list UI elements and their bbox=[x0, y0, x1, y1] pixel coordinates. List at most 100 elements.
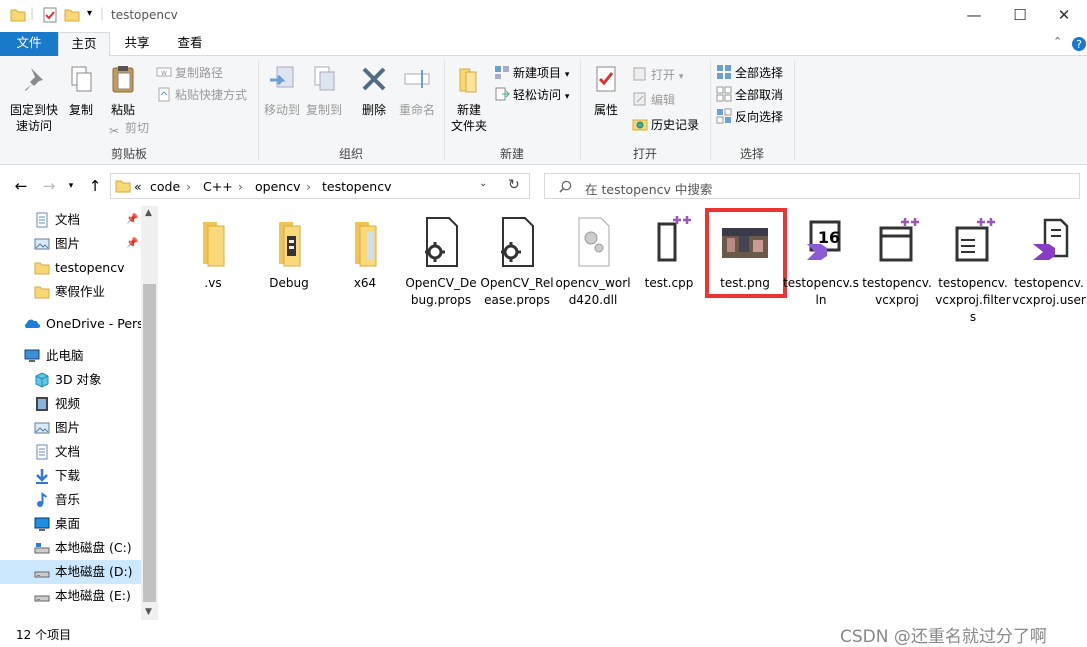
paste-button[interactable]: 粘贴 bbox=[103, 64, 143, 118]
customize-toolbar-icon[interactable]: ▾ bbox=[87, 8, 92, 19]
tab-file[interactable]: 文件 bbox=[0, 32, 58, 56]
new-folder-label: 新建 文件夹 bbox=[450, 103, 487, 133]
paste-shortcut-button[interactable]: 粘贴快捷方式 bbox=[156, 85, 247, 105]
copy-path-button[interactable]: W 复制路径 bbox=[156, 63, 223, 83]
file-item[interactable]: OpenCV_Debug.props bbox=[403, 214, 479, 309]
invert-selection-button[interactable]: 反向选择 bbox=[716, 107, 783, 127]
properties-check-icon[interactable] bbox=[42, 7, 58, 23]
svg-text:W: W bbox=[161, 70, 167, 77]
cpp-icon bbox=[657, 216, 691, 262]
nav-item-label: 此电脑 bbox=[46, 348, 84, 363]
delete-button[interactable]: 删除 bbox=[356, 64, 392, 118]
new-folder-button[interactable]: 新建 文件夹 bbox=[448, 64, 490, 134]
file-item[interactable]: test.png bbox=[707, 214, 783, 292]
easy-access-button[interactable]: 轻松访问 ▾ bbox=[494, 85, 569, 105]
nav-item-pictures-pinned[interactable]: 图片 📌 bbox=[0, 232, 141, 256]
tab-view[interactable]: 查看 bbox=[164, 32, 216, 56]
select-group-label: 选择 bbox=[739, 147, 764, 161]
drive-c-icon bbox=[34, 543, 50, 554]
nav-item-this-pc[interactable]: 此电脑 bbox=[0, 344, 141, 368]
folder-icon bbox=[34, 286, 50, 299]
open-group-label: 打开 bbox=[632, 147, 657, 161]
delete-icon bbox=[362, 67, 386, 91]
nav-item-3d-objects[interactable]: 3D 对象 bbox=[0, 368, 141, 392]
divider: | bbox=[100, 6, 105, 20]
nav-item-music[interactable]: 音乐 bbox=[0, 488, 141, 512]
open-label: 打开 bbox=[651, 68, 676, 82]
new-folder-icon[interactable] bbox=[64, 7, 80, 23]
file-item[interactable]: testopencv.vcxproj.filters bbox=[935, 214, 1011, 326]
nav-item-winter-homework[interactable]: 寒假作业 bbox=[0, 280, 141, 304]
nav-item-drive-e[interactable]: 本地磁盘 (E:) bbox=[0, 584, 141, 608]
collapse-ribbon-icon[interactable]: ⌃ bbox=[1053, 35, 1062, 48]
move-to-button[interactable]: 移动到 bbox=[262, 64, 302, 118]
file-list: .vs Debug x64 OpenCV_Debug.props OpenCV_… bbox=[158, 206, 1087, 620]
maximize-button[interactable]: ☐ bbox=[997, 0, 1043, 32]
back-button[interactable]: ← bbox=[11, 176, 31, 196]
up-button[interactable]: ↑ bbox=[85, 176, 105, 196]
copy-button[interactable]: 复制 bbox=[64, 64, 98, 118]
nav-item-videos[interactable]: 视频 bbox=[0, 392, 141, 416]
rename-button[interactable]: 重命名 bbox=[396, 64, 438, 118]
nav-item-onedrive[interactable]: OneDrive - Perso bbox=[0, 312, 141, 336]
ribbon: 固定到快 速访问 复制 粘贴 W 复制路径 粘贴快捷方式 ✂ 剪切 剪贴板 移动到 … bbox=[0, 56, 1087, 165]
select-all-icon bbox=[717, 65, 731, 79]
new-item-button[interactable]: 新建项目 ▾ bbox=[494, 63, 569, 83]
breadcrumb-opencv[interactable]: opencv bbox=[255, 179, 300, 194]
nav-item-pictures[interactable]: 图片 bbox=[0, 416, 141, 440]
pin-icon[interactable]: 📌 bbox=[126, 208, 138, 232]
file-item[interactable]: x64 bbox=[327, 214, 403, 292]
nav-scrollbar[interactable]: ▲ ▼ bbox=[141, 206, 158, 620]
search-input[interactable]: 在 testopencv 中搜索 bbox=[544, 173, 1080, 199]
tab-share[interactable]: 共享 bbox=[112, 32, 162, 56]
nav-item-documents[interactable]: 文档 bbox=[0, 440, 141, 464]
breadcrumb-testopencv[interactable]: testopencv bbox=[322, 179, 391, 194]
copy-to-button[interactable]: 复制到 bbox=[304, 64, 344, 118]
history-button[interactable]: 历史记录 bbox=[632, 115, 699, 135]
file-item[interactable]: testopencv.vcxproj bbox=[859, 214, 935, 309]
recent-locations-button[interactable]: ▾ bbox=[61, 176, 81, 196]
breadcrumb-overflow[interactable]: « bbox=[134, 179, 142, 194]
history-label: 历史记录 bbox=[651, 118, 700, 132]
file-item[interactable]: test.cpp bbox=[631, 214, 707, 292]
scroll-down-icon[interactable]: ▼ bbox=[145, 607, 152, 617]
select-none-button[interactable]: 全部取消 bbox=[716, 85, 783, 105]
desktop-icon bbox=[34, 517, 50, 531]
nav-item-drive-d[interactable]: 本地磁盘 (D:) bbox=[0, 560, 141, 584]
refresh-button[interactable]: ↻ bbox=[508, 177, 520, 193]
pin-icon[interactable]: 📌 bbox=[126, 232, 138, 256]
nav-item-testopencv[interactable]: testopencv bbox=[0, 256, 141, 280]
easy-access-icon bbox=[495, 87, 510, 101]
nav-scrollbar-thumb[interactable] bbox=[143, 284, 156, 602]
edit-icon bbox=[633, 92, 646, 106]
file-item[interactable]: .vs bbox=[175, 214, 251, 292]
properties-button[interactable]: 属性 bbox=[586, 64, 626, 118]
file-item[interactable]: OpenCV_Release.props bbox=[479, 214, 555, 309]
file-item[interactable]: Debug bbox=[251, 214, 327, 292]
help-icon[interactable]: ? bbox=[1071, 36, 1087, 52]
select-all-button[interactable]: 全部选择 bbox=[716, 63, 783, 83]
folder-icon bbox=[115, 180, 131, 193]
pin-quick-access-button[interactable]: 固定到快 速访问 bbox=[6, 64, 62, 134]
close-button[interactable]: ✕ bbox=[1041, 0, 1087, 32]
forward-button[interactable]: → bbox=[39, 176, 59, 196]
breadcrumb-code[interactable]: code bbox=[150, 179, 180, 194]
cut-button[interactable]: ✂ 剪切 bbox=[106, 118, 149, 138]
file-item[interactable]: testopencv.vcxproj.user bbox=[1011, 214, 1087, 309]
address-history-chevron-icon[interactable]: ⌄ bbox=[479, 178, 487, 189]
nav-item-downloads[interactable]: 下载 bbox=[0, 464, 141, 488]
nav-item-desktop[interactable]: 桌面 bbox=[0, 512, 141, 536]
file-item[interactable]: opencv_world420.dll bbox=[555, 214, 631, 309]
breadcrumb-cpp[interactable]: C++ bbox=[203, 179, 233, 194]
tab-home[interactable]: 主页 bbox=[58, 32, 110, 57]
nav-item-drive-c[interactable]: 本地磁盘 (C:) bbox=[0, 536, 141, 560]
nav-item-documents-pinned[interactable]: 文档 📌 bbox=[0, 208, 141, 232]
address-field[interactable]: « code › C++ › opencv › testopencv ⌄ bbox=[110, 173, 530, 199]
edit-button[interactable]: 编辑 bbox=[632, 90, 675, 110]
scroll-up-icon[interactable]: ▲ bbox=[145, 208, 152, 218]
file-name: OpenCV_Debug.props bbox=[405, 276, 477, 307]
open-button[interactable]: 打开 ▾ bbox=[632, 65, 683, 85]
file-item[interactable]: 16 testopencv.sln bbox=[783, 214, 859, 309]
minimize-button[interactable]: — bbox=[951, 0, 997, 32]
new-item-icon bbox=[495, 66, 509, 79]
